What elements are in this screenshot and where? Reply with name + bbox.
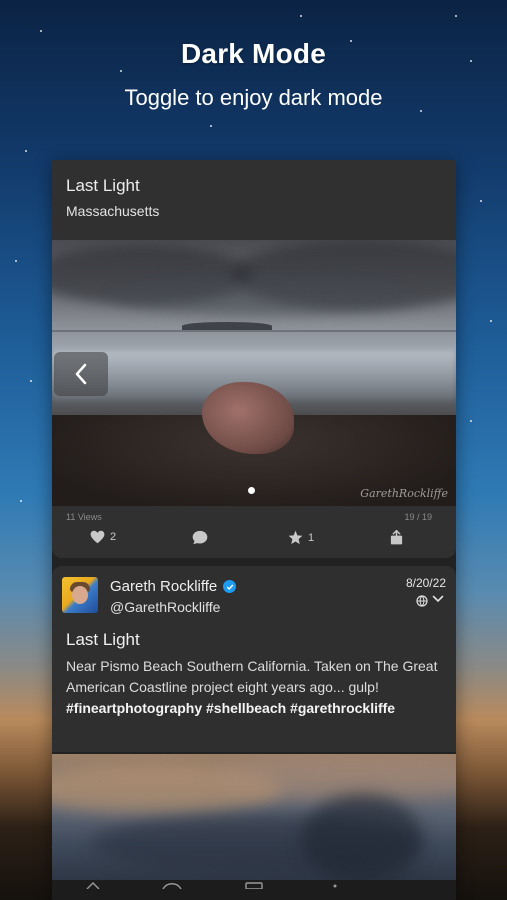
share-button[interactable] (390, 530, 403, 545)
chevron-down-icon[interactable] (432, 594, 444, 604)
star-count: 1 (308, 531, 315, 544)
favorite-button[interactable]: 1 (288, 530, 314, 545)
photo-image[interactable]: GarethRockliffe (52, 240, 456, 506)
author-handle[interactable]: @GarethRockliffe (110, 599, 220, 615)
home-icon[interactable] (86, 881, 100, 889)
like-count: 2 (110, 531, 117, 543)
post-text: Near Pismo Beach Southern California. Ta… (66, 658, 438, 695)
heart-icon (90, 530, 105, 544)
notifications-icon[interactable] (332, 881, 338, 889)
post-body: Near Pismo Beach Southern California. Ta… (66, 656, 442, 719)
page-title: Dark Mode (181, 38, 326, 69)
post-hashtags[interactable]: #fineartphotography #shellbeach #garethr… (66, 700, 395, 716)
explore-icon[interactable] (162, 881, 182, 889)
photo-pager: 19 / 19 (404, 512, 432, 522)
post-author[interactable]: Gareth Rockliffe (110, 578, 237, 595)
photo-card: Last Light Massachusetts GarethRockliffe… (52, 160, 456, 558)
photo-signature: GarethRockliffe (360, 487, 448, 500)
action-bar: 2 1 (52, 526, 456, 554)
post-title: Last Light (66, 630, 140, 649)
like-button[interactable]: 2 (90, 530, 116, 544)
globe-icon (416, 595, 428, 607)
avatar[interactable] (62, 577, 98, 613)
post-photo[interactable] (52, 754, 456, 882)
previous-photo-button[interactable] (54, 352, 108, 396)
upload-icon[interactable] (245, 881, 263, 889)
share-icon (390, 530, 403, 545)
post-date: 8/20/22 (405, 576, 446, 590)
author-name: Gareth Rockliffe (110, 578, 218, 595)
photo-location: Massachusetts (66, 203, 160, 219)
comment-button[interactable] (192, 530, 208, 545)
view-count: 11 Views (66, 512, 102, 522)
star-icon (288, 530, 303, 545)
comment-icon (192, 530, 208, 545)
page-subtitle: Toggle to enjoy dark mode (124, 85, 383, 110)
verified-icon (223, 580, 237, 593)
post-card: Gareth Rockliffe @GarethRockliffe 8/20/2… (52, 566, 456, 752)
chevron-left-icon (75, 363, 87, 385)
tab-bar (52, 880, 456, 900)
photo-title: Last Light (66, 176, 140, 195)
page-indicator-dot (248, 487, 255, 494)
app-screen: Last Light Massachusetts GarethRockliffe… (52, 160, 456, 900)
